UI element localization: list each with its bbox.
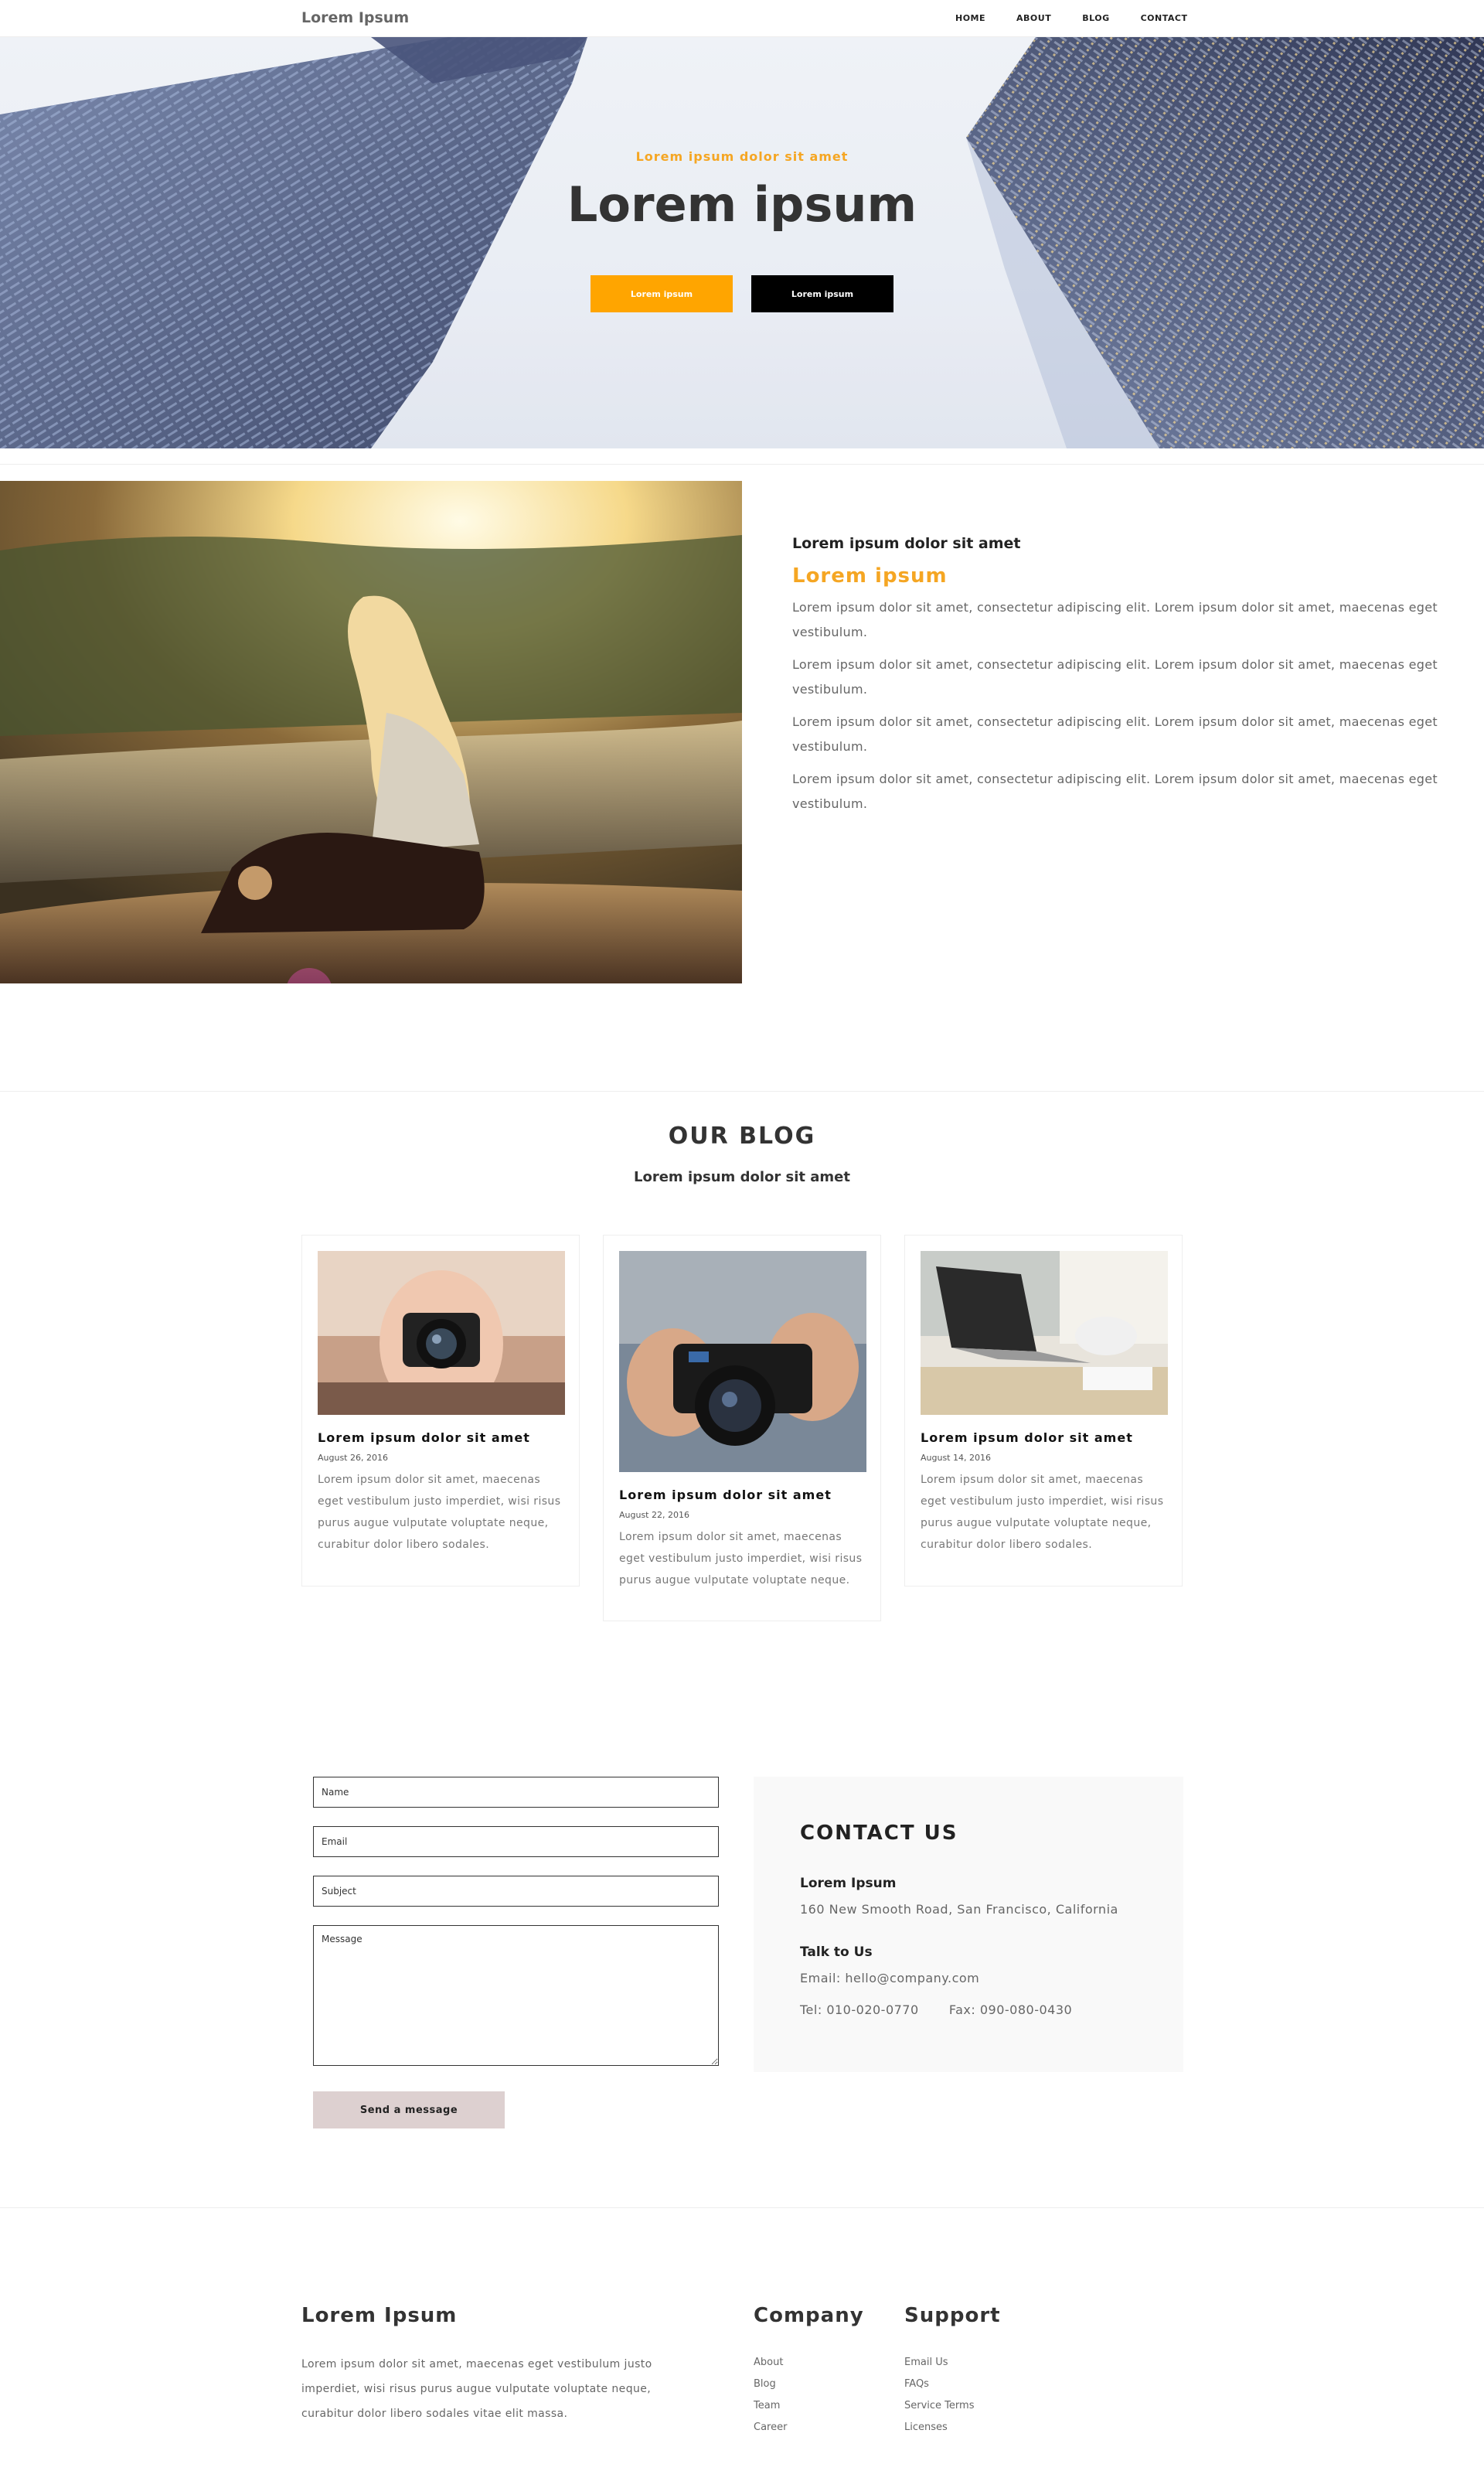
nav-contact[interactable]: CONTACT bbox=[1141, 13, 1188, 23]
blog-card[interactable]: Lorem ipsum dolor sit amet August 14, 20… bbox=[904, 1235, 1183, 1587]
blog-card-title[interactable]: Lorem ipsum dolor sit amet bbox=[921, 1430, 1166, 1445]
section-divider bbox=[0, 464, 1484, 465]
blog-card-image-hands-camera bbox=[619, 1251, 866, 1472]
footer-description: Lorem ipsum dolor sit amet, maecenas ege… bbox=[301, 2358, 652, 2420]
footer-link-career[interactable]: Career bbox=[754, 2417, 787, 2439]
nav-home[interactable]: HOME bbox=[955, 13, 985, 23]
hero-primary-button[interactable]: Lorem ipsum bbox=[591, 275, 733, 312]
footer-link-faqs[interactable]: FAQs bbox=[904, 2374, 974, 2395]
blog-card-excerpt: Lorem ipsum dolor sit amet, maecenas ege… bbox=[619, 1531, 863, 1587]
contact-company-label: Lorem Ipsum bbox=[800, 1876, 897, 1891]
about-kicker: Lorem ipsum dolor sit amet bbox=[792, 535, 1021, 552]
blog-card-image-laptop-desk bbox=[921, 1251, 1168, 1415]
about-paragraph: Lorem ipsum dolor sit amet, consectetur … bbox=[792, 657, 1438, 697]
blog-card-date: August 22, 2016 bbox=[619, 1510, 689, 1520]
contact-fax: Fax: 090-080-0430 bbox=[948, 2002, 1073, 2017]
section-divider bbox=[0, 1091, 1484, 1092]
contact-address: 160 New Smooth Road, San Francisco, Cali… bbox=[800, 1902, 1118, 1917]
name-field[interactable] bbox=[313, 1777, 719, 1808]
footer-link-email-us[interactable]: Email Us bbox=[904, 2352, 974, 2374]
blog-subheading: Lorem ipsum dolor sit amet bbox=[634, 1169, 850, 1185]
brand-logo[interactable]: Lorem Ipsum bbox=[301, 9, 409, 26]
contact-info-panel: CONTACT US Lorem Ipsum 160 New Smooth Ro… bbox=[754, 1777, 1183, 2072]
blog-card-excerpt: Lorem ipsum dolor sit amet, maecenas ege… bbox=[921, 1474, 1164, 1551]
footer-link-about[interactable]: About bbox=[754, 2352, 787, 2374]
hero-title: Lorem ipsum bbox=[567, 176, 917, 233]
blog-card-date: August 14, 2016 bbox=[921, 1453, 991, 1463]
message-field[interactable] bbox=[313, 1925, 719, 2066]
blog-card-excerpt: Lorem ipsum dolor sit amet, maecenas ege… bbox=[318, 1474, 561, 1551]
top-navbar: Lorem Ipsum HOME ABOUT BLOG CONTACT bbox=[0, 0, 1484, 37]
footer-company-links: About Blog Team Career bbox=[754, 2352, 787, 2439]
email-field[interactable] bbox=[313, 1826, 719, 1857]
blog-card[interactable]: Lorem ipsum dolor sit amet August 22, 20… bbox=[603, 1235, 881, 1621]
section-divider bbox=[0, 2207, 1484, 2208]
contact-email[interactable]: Email: hello@company.com bbox=[800, 1971, 1137, 1985]
contact-phone-line: Tel: 010-020-0770 Fax: 090-080-0430 bbox=[800, 2002, 1137, 2017]
footer-support-heading: Support bbox=[904, 2304, 1001, 2327]
hero-skyscraper-image bbox=[0, 37, 1484, 448]
blog-card-date: August 26, 2016 bbox=[318, 1453, 388, 1463]
contact-heading: CONTACT US bbox=[800, 1822, 958, 1845]
send-message-button[interactable]: Send a message bbox=[313, 2091, 505, 2128]
blog-heading: OUR BLOG bbox=[668, 1123, 816, 1150]
about-paragraph: Lorem ipsum dolor sit amet, consectetur … bbox=[792, 714, 1438, 754]
blog-card[interactable]: Lorem ipsum dolor sit amet August 26, 20… bbox=[301, 1235, 580, 1587]
about-paragraph: Lorem ipsum dolor sit amet, consectetur … bbox=[792, 772, 1438, 811]
main-menu: HOME ABOUT BLOG CONTACT bbox=[955, 13, 1218, 23]
footer-company-heading: Company bbox=[754, 2304, 864, 2327]
footer-support-links: Email Us FAQs Service Terms Licenses bbox=[904, 2352, 974, 2439]
hero-section: Lorem ipsum dolor sit amet Lorem ipsum L… bbox=[0, 37, 1484, 448]
blog-card-title[interactable]: Lorem ipsum dolor sit amet bbox=[318, 1430, 563, 1445]
contact-talk-label: Talk to Us bbox=[800, 1944, 873, 1960]
blog-card-title[interactable]: Lorem ipsum dolor sit amet bbox=[619, 1488, 865, 1502]
subject-field[interactable] bbox=[313, 1876, 719, 1907]
footer-brand: Lorem Ipsum bbox=[301, 2304, 458, 2327]
footer-link-team[interactable]: Team bbox=[754, 2395, 787, 2417]
footer-link-licenses[interactable]: Licenses bbox=[904, 2417, 974, 2439]
about-paragraph: Lorem ipsum dolor sit amet, consectetur … bbox=[792, 600, 1438, 639]
hero-subtitle: Lorem ipsum dolor sit amet bbox=[635, 149, 849, 164]
about-title: Lorem ipsum bbox=[792, 564, 948, 588]
contact-tel: Tel: 010-020-0770 bbox=[800, 2002, 919, 2017]
footer-link-service-terms[interactable]: Service Terms bbox=[904, 2395, 974, 2417]
nav-blog[interactable]: BLOG bbox=[1082, 13, 1109, 23]
footer-link-blog[interactable]: Blog bbox=[754, 2374, 787, 2395]
hero-secondary-button[interactable]: Lorem ipsum bbox=[751, 275, 893, 312]
about-content: Lorem ipsum dolor sit amet Lorem ipsum L… bbox=[792, 535, 1441, 816]
nav-about[interactable]: ABOUT bbox=[1016, 13, 1051, 23]
about-photo-woman-sunset bbox=[0, 481, 742, 983]
blog-card-image-camera-photographer bbox=[318, 1251, 565, 1415]
